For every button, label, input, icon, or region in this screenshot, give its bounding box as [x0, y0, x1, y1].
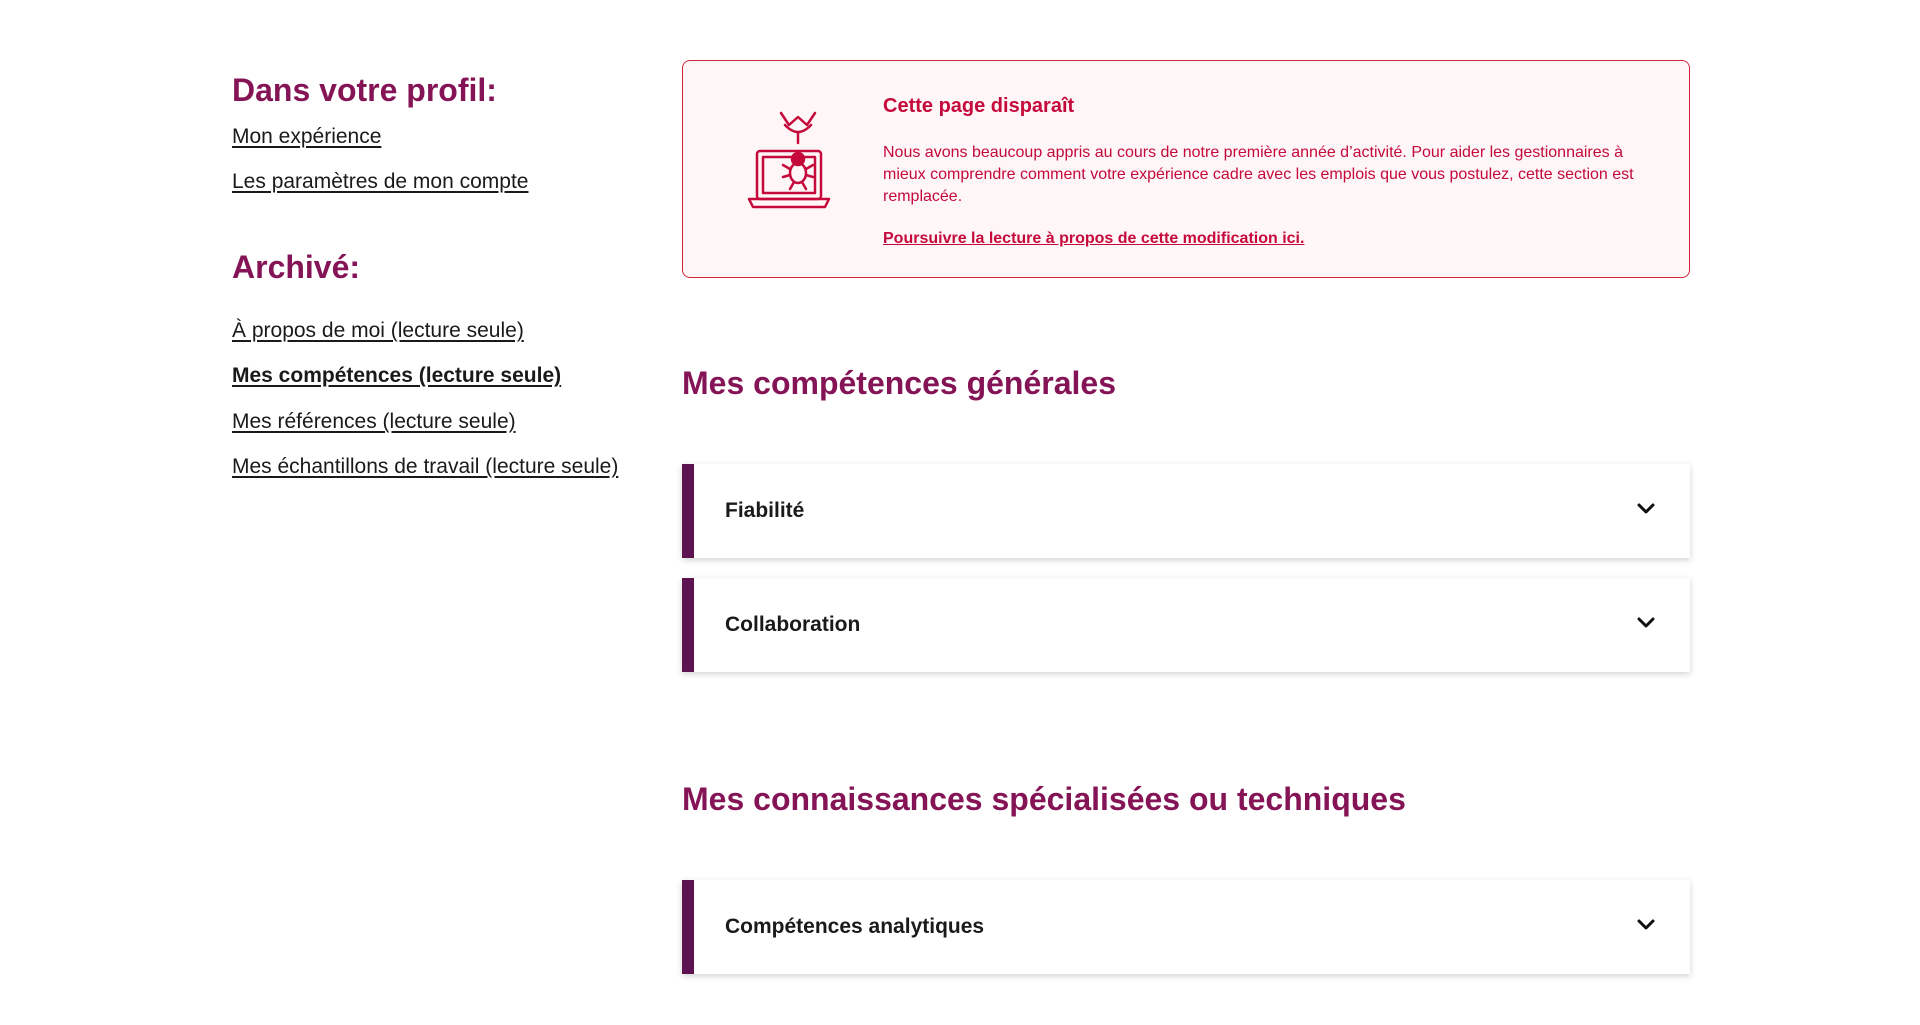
- accordion-collaboration[interactable]: Collaboration: [682, 578, 1690, 672]
- accordion-label: Fiabilité: [725, 499, 805, 522]
- chevron-down-icon: [1637, 919, 1655, 930]
- accordion-label: Collaboration: [725, 613, 861, 636]
- accordion-competences-analytiques[interactable]: Compétences analytiques: [682, 880, 1690, 974]
- page-disappearing-alert: Cette page disparaît Nous avons beaucoup…: [682, 60, 1690, 278]
- chevron-down-icon: [1637, 503, 1655, 514]
- sidebar-link-skills[interactable]: Mes compétences (lecture seule): [232, 362, 561, 389]
- sidebar-link-experience[interactable]: Mon expérience: [232, 123, 381, 150]
- section-heading-technical-knowledge: Mes connaissances spécialisées ou techni…: [682, 781, 1406, 817]
- sidebar-link-work-samples[interactable]: Mes échantillons de travail (lecture seu…: [232, 453, 618, 480]
- archive-heading: Archivé:: [232, 249, 361, 285]
- accordion-label: Compétences analytiques: [725, 915, 985, 938]
- sidebar-link-account-settings[interactable]: Les paramètres de mon compte: [232, 168, 528, 195]
- laptop-bug-icon: [743, 111, 853, 221]
- sidebar-link-about-me[interactable]: À propos de moi (lecture seule): [232, 317, 524, 344]
- chevron-down-icon: [1637, 617, 1655, 628]
- alert-title: Cette page disparaît: [883, 95, 1075, 117]
- read-more-link[interactable]: Poursuivre la lecture à propos de cette …: [883, 230, 1304, 247]
- sidebar-link-references[interactable]: Mes références (lecture seule): [232, 408, 516, 435]
- profile-heading: Dans votre profil:: [232, 72, 497, 108]
- accordion-fiabilite[interactable]: Fiabilité: [682, 464, 1690, 558]
- alert-message: Nous avons beaucoup appris au cours de n…: [883, 144, 1634, 205]
- section-heading-general-skills: Mes compétences générales: [682, 365, 1116, 401]
